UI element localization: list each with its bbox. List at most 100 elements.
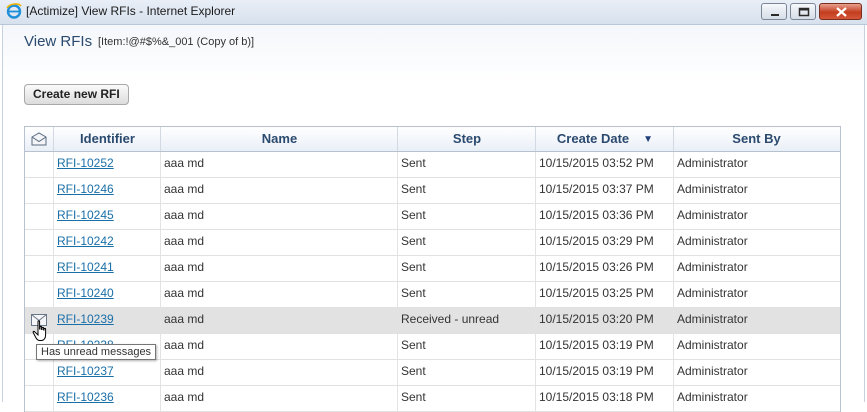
- table-header: Identifier Name Step Create Date ▼ Sent B…: [25, 127, 840, 152]
- column-header-identifier[interactable]: Identifier: [53, 127, 161, 151]
- unread-column-header[interactable]: [25, 127, 53, 151]
- sent-by-cell: Administrator: [673, 256, 838, 281]
- identifier-cell: RFI-10241: [53, 256, 160, 281]
- page-subtitle: [Item:!@#$%&_001 (Copy of b)]: [98, 36, 255, 48]
- date-cell: 10/15/2015 03:37 PM: [535, 178, 673, 203]
- hand-cursor-icon: [32, 320, 47, 341]
- column-header-create-date[interactable]: Create Date ▼: [535, 127, 674, 151]
- column-header-step[interactable]: Step: [397, 127, 536, 151]
- name-cell: aaa md: [160, 230, 397, 255]
- name-cell: aaa md: [160, 178, 397, 203]
- date-cell: 10/15/2015 03:19 PM: [535, 360, 673, 385]
- unread-tooltip: Has unread messages: [36, 344, 157, 360]
- table-row[interactable]: RFI-10242 aaa md Sent 10/15/2015 03:29 PM Ad…: [25, 230, 840, 256]
- table-row[interactable]: RFI-10241 aaa md Sent 10/15/2015 03:26 PM Ad…: [25, 256, 840, 282]
- date-cell: 10/15/2015 03:52 PM: [535, 152, 673, 177]
- maximize-icon: [798, 7, 810, 17]
- step-cell: Sent: [397, 204, 535, 229]
- name-cell: aaa md: [160, 334, 397, 359]
- sent-by-cell: Administrator: [673, 204, 838, 229]
- unread-indicator-cell: [25, 230, 53, 255]
- page-title: View RFIs: [24, 33, 93, 50]
- close-button[interactable]: [819, 3, 862, 20]
- step-cell: Sent: [397, 152, 535, 177]
- identifier-cell: RFI-10239: [53, 308, 160, 333]
- rfi-link[interactable]: RFI-10252: [57, 156, 114, 170]
- sent-by-cell: Administrator: [673, 360, 838, 385]
- table-row[interactable]: RFI-10240 aaa md Sent 10/15/2015 03:25 PM Ad…: [25, 282, 840, 308]
- name-cell: aaa md: [160, 386, 397, 411]
- rfi-link[interactable]: RFI-10240: [57, 286, 114, 300]
- date-cell: 10/15/2015 03:25 PM: [535, 282, 673, 307]
- identifier-cell: RFI-10242: [53, 230, 160, 255]
- identifier-cell: RFI-10236: [53, 386, 160, 411]
- column-header-sent-by[interactable]: Sent By: [673, 127, 839, 151]
- identifier-cell: RFI-10252: [53, 152, 160, 177]
- table-row[interactable]: RFI-10239 aaa md Received - unread 10/15/20…: [25, 308, 840, 334]
- name-cell: aaa md: [160, 308, 397, 333]
- unread-indicator-cell: [25, 178, 53, 203]
- table-row[interactable]: RFI-10237 aaa md Sent 10/15/2015 03:19 PM Ad…: [25, 360, 840, 386]
- date-cell: 10/15/2015 03:18 PM: [535, 386, 673, 411]
- rfi-link[interactable]: RFI-10242: [57, 234, 114, 248]
- sent-by-cell: Administrator: [673, 334, 838, 359]
- unread-indicator-cell: [25, 204, 53, 229]
- sent-by-cell: Administrator: [673, 282, 838, 307]
- table-row[interactable]: RFI-10245 aaa md Sent 10/15/2015 03:36 PM Ad…: [25, 204, 840, 230]
- name-cell: aaa md: [160, 282, 397, 307]
- sent-by-cell: Administrator: [673, 308, 838, 333]
- window-title: [Actimize] View RFIs - Internet Explorer: [26, 4, 236, 18]
- rfi-link[interactable]: RFI-10239: [57, 312, 114, 326]
- step-cell: Sent: [397, 282, 535, 307]
- sort-descending-icon: ▼: [643, 133, 654, 145]
- step-cell: Sent: [397, 230, 535, 255]
- name-cell: aaa md: [160, 152, 397, 177]
- sent-by-cell: Administrator: [673, 230, 838, 255]
- date-cell: 10/15/2015 03:20 PM: [535, 308, 673, 333]
- sent-by-cell: Administrator: [673, 386, 838, 411]
- name-cell: aaa md: [160, 360, 397, 385]
- page-header: View RFIs [Item:!@#$%&_001 (Copy of b)]: [3, 25, 864, 83]
- unread-indicator-cell: [25, 256, 53, 281]
- identifier-cell: RFI-10237: [53, 360, 160, 385]
- table-row[interactable]: RFI-10246 aaa md Sent 10/15/2015 03:37 PM Ad…: [25, 178, 840, 204]
- minimize-button[interactable]: [761, 3, 787, 20]
- minimize-icon: [771, 14, 779, 16]
- close-icon: [836, 7, 847, 17]
- rfi-table: Identifier Name Step Create Date ▼ Sent B…: [24, 126, 841, 412]
- unread-indicator-cell: [25, 360, 53, 385]
- step-cell: Sent: [397, 256, 535, 281]
- date-cell: 10/15/2015 03:26 PM: [535, 256, 673, 281]
- step-cell: Sent: [397, 178, 535, 203]
- step-cell: Sent: [397, 334, 535, 359]
- rfi-link[interactable]: RFI-10246: [57, 182, 114, 196]
- column-header-create-date-label: Create Date: [556, 131, 630, 146]
- step-cell: Received - unread: [397, 308, 535, 333]
- sent-by-cell: Administrator: [673, 178, 838, 203]
- table-row[interactable]: RFI-10252 aaa md Sent 10/15/2015 03:52 PM Ad…: [25, 152, 840, 178]
- name-cell: aaa md: [160, 204, 397, 229]
- sent-by-cell: Administrator: [673, 152, 838, 177]
- identifier-cell: RFI-10240: [53, 282, 160, 307]
- identifier-cell: RFI-10245: [53, 204, 160, 229]
- envelope-icon: [31, 132, 47, 146]
- step-cell: Sent: [397, 360, 535, 385]
- unread-indicator-cell: [25, 152, 53, 177]
- rfi-link[interactable]: RFI-10241: [57, 260, 114, 274]
- unread-indicator-cell: [25, 386, 53, 411]
- rfi-link[interactable]: RFI-10245: [57, 208, 114, 222]
- internet-explorer-icon: [6, 3, 22, 19]
- step-cell: Sent: [397, 386, 535, 411]
- rfi-link[interactable]: RFI-10237: [57, 364, 114, 378]
- table-body: RFI-10252 aaa md Sent 10/15/2015 03:52 PM Ad…: [25, 152, 840, 412]
- window-titlebar: [Actimize] View RFIs - Internet Explorer: [0, 0, 867, 25]
- date-cell: 10/15/2015 03:19 PM: [535, 334, 673, 359]
- create-rfi-button[interactable]: Create new RFI: [24, 84, 129, 105]
- date-cell: 10/15/2015 03:29 PM: [535, 230, 673, 255]
- maximize-button[interactable]: [790, 3, 816, 20]
- unread-indicator-cell: [25, 282, 53, 307]
- identifier-cell: RFI-10246: [53, 178, 160, 203]
- table-row[interactable]: RFI-10236 aaa md Sent 10/15/2015 03:18 PM Ad…: [25, 386, 840, 412]
- name-cell: aaa md: [160, 256, 397, 281]
- column-header-name[interactable]: Name: [160, 127, 398, 151]
